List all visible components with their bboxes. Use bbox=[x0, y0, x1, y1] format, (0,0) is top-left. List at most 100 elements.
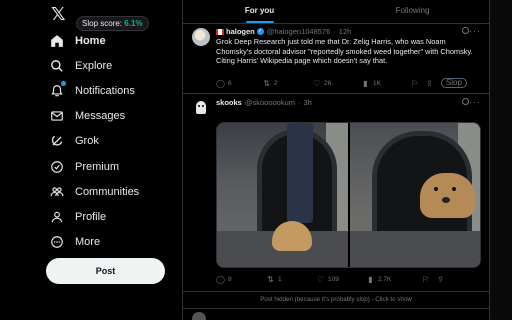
tab-for-you[interactable]: For you bbox=[183, 0, 336, 23]
retweet-button[interactable]: ⇅ 1 bbox=[266, 275, 316, 284]
reply-count: 9 bbox=[228, 276, 232, 283]
views-button[interactable]: ▮ 2.7K bbox=[366, 275, 422, 284]
nav-item-notifications[interactable]: Notifications bbox=[48, 78, 139, 103]
nav-item-premium[interactable]: Premium bbox=[48, 154, 139, 179]
nav-label: Home bbox=[75, 34, 106, 47]
nav-item-home[interactable]: Home bbox=[48, 28, 139, 53]
canada-flag-icon bbox=[216, 28, 224, 35]
next-tweet-peek bbox=[192, 312, 482, 320]
retweet-icon: ⇅ bbox=[267, 275, 274, 284]
share-icon[interactable]: ⇪ bbox=[426, 79, 433, 88]
search-icon bbox=[48, 57, 66, 75]
nav-label: Communities bbox=[75, 185, 140, 198]
nav-item-grok[interactable]: Grok bbox=[48, 129, 139, 154]
author-name[interactable]: skooks bbox=[216, 98, 242, 107]
tweet-actions: ◯ 9 ⇅ 1 ♡ 109 ▮ 2.7K ⚐ ⇪ bbox=[216, 275, 452, 284]
nav-label: Messages bbox=[75, 110, 126, 123]
author-handle[interactable]: @halogen1048576 bbox=[267, 27, 331, 36]
avatar[interactable] bbox=[192, 28, 210, 46]
primary-nav: Home Explore Notifications Messages Grok… bbox=[48, 28, 139, 255]
nav-label: Explore bbox=[75, 59, 113, 72]
x-logo-icon[interactable]: 𝕏 bbox=[51, 4, 71, 24]
retweet-icon: ⇅ bbox=[263, 78, 270, 88]
dog-photo[interactable] bbox=[217, 123, 348, 267]
premium-icon bbox=[48, 158, 66, 176]
grok-icon bbox=[48, 132, 66, 150]
views-button[interactable]: ▮ 1K bbox=[361, 79, 411, 88]
tweet-header: skooks @skoooookum · 3h bbox=[216, 98, 312, 107]
timestamp[interactable]: 12h bbox=[339, 27, 352, 36]
nav-label: More bbox=[75, 236, 101, 249]
timeline-tabs: For you Following bbox=[183, 0, 489, 24]
avatar[interactable] bbox=[192, 99, 210, 117]
view-count: 2.7K bbox=[378, 276, 392, 283]
retweet-count: 1 bbox=[278, 276, 282, 283]
like-count: 109 bbox=[328, 276, 339, 283]
home-icon bbox=[48, 32, 66, 50]
envelope-icon bbox=[48, 107, 66, 125]
heart-icon: ♡ bbox=[316, 275, 325, 284]
author-name[interactable]: halogen bbox=[226, 27, 255, 36]
nav-item-messages[interactable]: Messages bbox=[48, 104, 139, 129]
like-button[interactable]: ♡ 26 bbox=[312, 79, 361, 88]
nav-label: Notifications bbox=[75, 84, 135, 97]
heart-icon: ♡ bbox=[312, 78, 321, 88]
grok-explain-icon[interactable] bbox=[462, 98, 469, 105]
like-count: 26 bbox=[324, 79, 332, 87]
nav-label: Profile bbox=[75, 210, 107, 223]
left-sidebar: 𝕏 Slop score: 6.1% Home Explore Notifica… bbox=[0, 0, 182, 320]
tweet-header: halogen ✓ @halogen1048576 · 12h bbox=[216, 27, 351, 36]
tweet[interactable]: halogen ✓ @halogen1048576 · 12h ··· Grok… bbox=[183, 24, 489, 94]
nav-item-explore[interactable]: Explore bbox=[48, 53, 139, 78]
reply-button[interactable]: ◯ 6 bbox=[216, 79, 262, 88]
secondary-actions: ⚐ ⇪ bbox=[422, 275, 452, 284]
slop-score-label: Slop score: bbox=[82, 19, 123, 28]
timestamp[interactable]: 3h bbox=[304, 98, 312, 107]
hidden-post-notice[interactable]: Post hidden (because it's probably slop)… bbox=[183, 293, 489, 309]
verified-badge-icon: ✓ bbox=[256, 28, 264, 35]
dog-photo[interactable] bbox=[349, 123, 480, 267]
communities-icon bbox=[48, 183, 66, 201]
tweet-actions: ◯ 6 ⇅ 2 ♡ 26 ▮ 1K ⚐ ⇪ Slop bbox=[216, 78, 475, 88]
grok-explain-icon[interactable] bbox=[462, 27, 469, 34]
more-options-icon[interactable]: ··· bbox=[469, 26, 481, 36]
reply-icon: ◯ bbox=[216, 78, 225, 88]
tweet-media bbox=[216, 122, 481, 268]
separator: · bbox=[333, 27, 336, 36]
nav-item-profile[interactable]: Profile bbox=[48, 204, 139, 229]
tweet[interactable]: skooks @skoooookum · 3h ··· ◯ 9 ⇅ 1 ♡ 10… bbox=[183, 95, 489, 292]
post-button[interactable]: Post bbox=[46, 258, 165, 284]
bookmark-icon[interactable]: ⚐ bbox=[411, 79, 418, 88]
nav-label: Premium bbox=[75, 160, 120, 173]
slop-score-value: 6.1% bbox=[124, 19, 143, 28]
more-options-icon[interactable]: ··· bbox=[469, 97, 481, 107]
slop-tag[interactable]: Slop bbox=[440, 78, 467, 88]
ghost-icon bbox=[196, 101, 206, 114]
bell-icon bbox=[48, 79, 67, 100]
secondary-actions: ⚐ ⇪ Slop bbox=[411, 78, 475, 88]
right-gutter bbox=[490, 0, 512, 320]
views-icon: ▮ bbox=[368, 275, 373, 284]
notification-badge bbox=[60, 79, 67, 87]
reply-count: 6 bbox=[228, 79, 232, 87]
reply-button[interactable]: ◯ 9 bbox=[216, 275, 266, 284]
tab-following[interactable]: Following bbox=[336, 0, 489, 23]
reply-icon: ◯ bbox=[216, 275, 225, 284]
views-icon: ▮ bbox=[363, 78, 368, 88]
tweet-text: Grok Deep Research just told me that Dr.… bbox=[216, 37, 473, 65]
like-button[interactable]: ♡ 109 bbox=[316, 275, 366, 284]
more-circle-icon bbox=[48, 233, 66, 251]
nav-item-more[interactable]: More bbox=[48, 230, 139, 255]
separator: · bbox=[298, 98, 301, 107]
retweet-button[interactable]: ⇅ 2 bbox=[262, 79, 312, 88]
nav-item-communities[interactable]: Communities bbox=[48, 179, 139, 204]
person-icon bbox=[48, 208, 66, 226]
retweet-count: 2 bbox=[274, 79, 278, 87]
timeline: For you Following halogen ✓ @halogen1048… bbox=[182, 0, 490, 320]
share-icon[interactable]: ⇪ bbox=[437, 275, 444, 284]
nav-label: Grok bbox=[75, 135, 99, 148]
author-handle[interactable]: @skoooookum bbox=[245, 98, 295, 107]
bookmark-icon[interactable]: ⚐ bbox=[422, 275, 429, 284]
view-count: 1K bbox=[373, 79, 381, 87]
avatar bbox=[192, 312, 206, 320]
